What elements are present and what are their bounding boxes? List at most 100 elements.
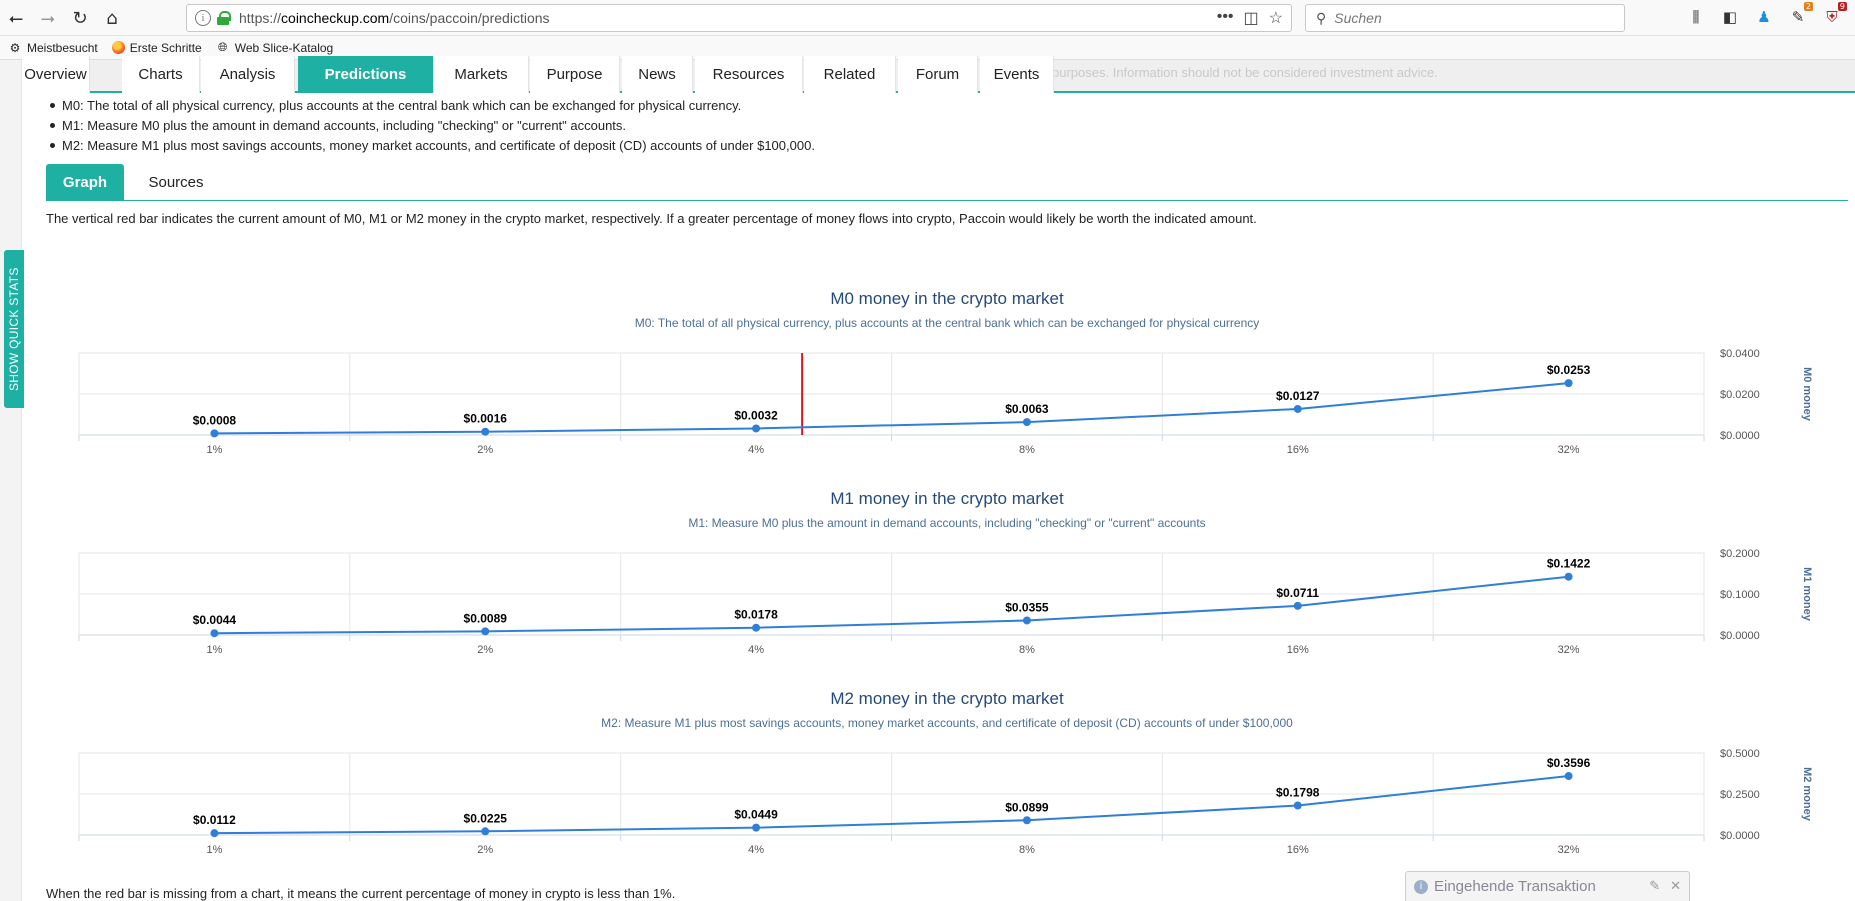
tab-resources[interactable]: Resources — [695, 56, 803, 93]
x-tick-label: 8% — [1019, 644, 1035, 656]
chart-title: M1 money in the crypto market — [830, 489, 1064, 508]
y-axis-title: M2 money — [1801, 767, 1813, 822]
x-tick-label: 32% — [1558, 644, 1580, 656]
data-label: $0.1798 — [1276, 786, 1320, 800]
money-definitions: M0: The total of all physical currency, … — [48, 96, 815, 156]
ghostery-icon[interactable]: ♟ — [1753, 6, 1775, 28]
data-point — [1564, 572, 1573, 581]
x-tick-label: 2% — [477, 844, 493, 856]
bookmark-star-icon[interactable]: ☆ — [1269, 8, 1283, 28]
reload-button[interactable]: ↻ — [66, 4, 94, 32]
x-tick-label: 4% — [748, 444, 764, 456]
disclaimer-text: purposes. Information should not be cons… — [1052, 65, 1438, 80]
y-axis-title: M0 money — [1801, 367, 1813, 422]
tab-markets[interactable]: Markets — [434, 56, 529, 93]
home-button[interactable]: ⌂ — [98, 4, 126, 32]
y-tick-label: $0.0000 — [1720, 430, 1760, 442]
edit-icon[interactable]: ✎ — [1649, 878, 1660, 894]
ublock-badge: 9 — [1837, 2, 1847, 11]
extension-badge: 2 — [1803, 2, 1813, 11]
notification-label: Eingehende Transaktion — [1434, 878, 1596, 895]
footer-note: When the red bar is missing from a chart… — [46, 886, 676, 901]
data-label: $0.0253 — [1547, 363, 1591, 377]
bookmark-web-slice[interactable]: 🌐︎ Web Slice-Katalog — [216, 40, 333, 55]
data-label: $0.0008 — [193, 413, 237, 427]
url-domain: coincheckup.com — [281, 10, 390, 26]
data-label: $0.0063 — [1005, 402, 1049, 416]
data-point — [1022, 616, 1031, 625]
search-icon: ⚲ — [1316, 9, 1327, 26]
tab-analysis[interactable]: Analysis — [201, 56, 295, 93]
bookmark-meistbesucht[interactable]: ⚙ Meistbesucht — [8, 41, 98, 55]
show-quick-stats-button[interactable]: SHOW QUICK STATS — [4, 250, 24, 408]
data-point — [1564, 772, 1573, 781]
tab-events[interactable]: Events — [980, 56, 1054, 93]
y-tick-label: $0.2000 — [1720, 548, 1760, 560]
extension-icon[interactable]: ✎ 2 — [1787, 2, 1813, 28]
tab-sources[interactable]: Sources — [126, 164, 226, 201]
x-tick-label: 4% — [748, 844, 764, 856]
x-tick-label: 1% — [206, 444, 222, 456]
data-label: $0.0016 — [464, 412, 508, 426]
page-content: SHOW QUICK STATS purposes. Information s… — [0, 56, 1855, 901]
data-label: $0.1422 — [1547, 557, 1591, 571]
definition-m0: M0: The total of all physical currency, … — [48, 96, 815, 116]
y-tick-label: $0.0400 — [1720, 348, 1760, 360]
tab-forum[interactable]: Forum — [898, 56, 978, 93]
y-tick-label: $0.1000 — [1720, 589, 1760, 601]
notification-controls: ✎ ✕ — [1649, 878, 1681, 894]
data-point — [752, 424, 761, 433]
info-icon[interactable]: i — [195, 10, 211, 26]
bookmark-erste-schritte[interactable]: Erste Schritte — [111, 41, 202, 55]
tab-graph[interactable]: Graph — [46, 164, 124, 201]
graph-sources-tabs: Graph Sources — [46, 164, 1848, 201]
chart-subtitle: M0: The total of all physical currency, … — [634, 316, 1260, 330]
data-point — [210, 629, 219, 638]
data-label: $0.3596 — [1547, 756, 1591, 770]
url-prefix: https:// — [239, 10, 282, 26]
data-point — [1022, 816, 1031, 825]
chart-m0-plot: $0.0000 $0.0200 $0.0400 1% 2% 4% 8% 16% 32% M0 mo… — [78, 348, 1813, 456]
page-actions-icon[interactable]: ••• — [1217, 8, 1234, 28]
definition-m2: M2: Measure M1 plus most savings account… — [48, 136, 815, 156]
data-label: $0.0899 — [1005, 800, 1049, 814]
url-actions: ••• ◫ ☆ — [1217, 8, 1283, 28]
x-tick-label: 1% — [206, 644, 222, 656]
pocket-icon[interactable]: ◫ — [1244, 8, 1259, 28]
globe-icon: 🌐︎ — [217, 40, 228, 54]
data-label: $0.0449 — [734, 808, 778, 822]
reload-icon: ↻ — [72, 7, 88, 29]
tab-purpose[interactable]: Purpose — [530, 56, 620, 93]
back-button[interactable]: ⭠ — [2, 4, 30, 32]
notification-popup[interactable]: i Eingehende Transaktion ✎ ✕ — [1405, 871, 1690, 901]
x-tick-label: 1% — [206, 844, 222, 856]
ublock-icon[interactable]: ⛨ 9 — [1821, 2, 1847, 28]
close-icon[interactable]: ✕ — [1670, 878, 1681, 894]
tab-predictions[interactable]: Predictions — [298, 56, 434, 93]
data-point — [752, 623, 761, 632]
chart-subtitle: M2: Measure M1 plus most savings account… — [601, 716, 1293, 730]
y-tick-label: $0.0000 — [1720, 630, 1760, 642]
x-tick-label: 8% — [1019, 844, 1035, 856]
search-input[interactable]: ⚲ Suchen — [1305, 4, 1625, 32]
y-tick-label: $0.0200 — [1720, 389, 1760, 401]
forward-arrow-icon: ⭢ — [40, 7, 56, 29]
data-point — [481, 827, 490, 836]
x-tick-label: 2% — [477, 444, 493, 456]
definition-m1: M1: Measure M0 plus the amount in demand… — [48, 116, 815, 136]
tab-charts[interactable]: Charts — [122, 56, 200, 93]
x-tick-label: 16% — [1287, 444, 1309, 456]
sidebar-icon[interactable]: ◧ — [1719, 6, 1741, 28]
tab-overview[interactable]: Overview — [22, 56, 90, 93]
library-icon[interactable]: ⫼ — [1685, 6, 1707, 28]
x-tick-label: 32% — [1558, 844, 1580, 856]
forward-button[interactable]: ⭢ — [34, 4, 62, 32]
search-placeholder: Suchen — [1334, 10, 1382, 26]
url-bar[interactable]: i https://coincheckup.com/coins/paccoin/… — [186, 4, 1292, 32]
tab-related[interactable]: Related — [804, 56, 896, 93]
data-point — [210, 429, 219, 438]
data-label: $0.0089 — [464, 611, 508, 625]
browser-navbar: ⭠ ⭢ ↻ ⌂ i https://coincheckup.com/coins/… — [0, 0, 1855, 36]
tab-news[interactable]: News — [622, 56, 693, 93]
lock-icon — [217, 11, 231, 25]
